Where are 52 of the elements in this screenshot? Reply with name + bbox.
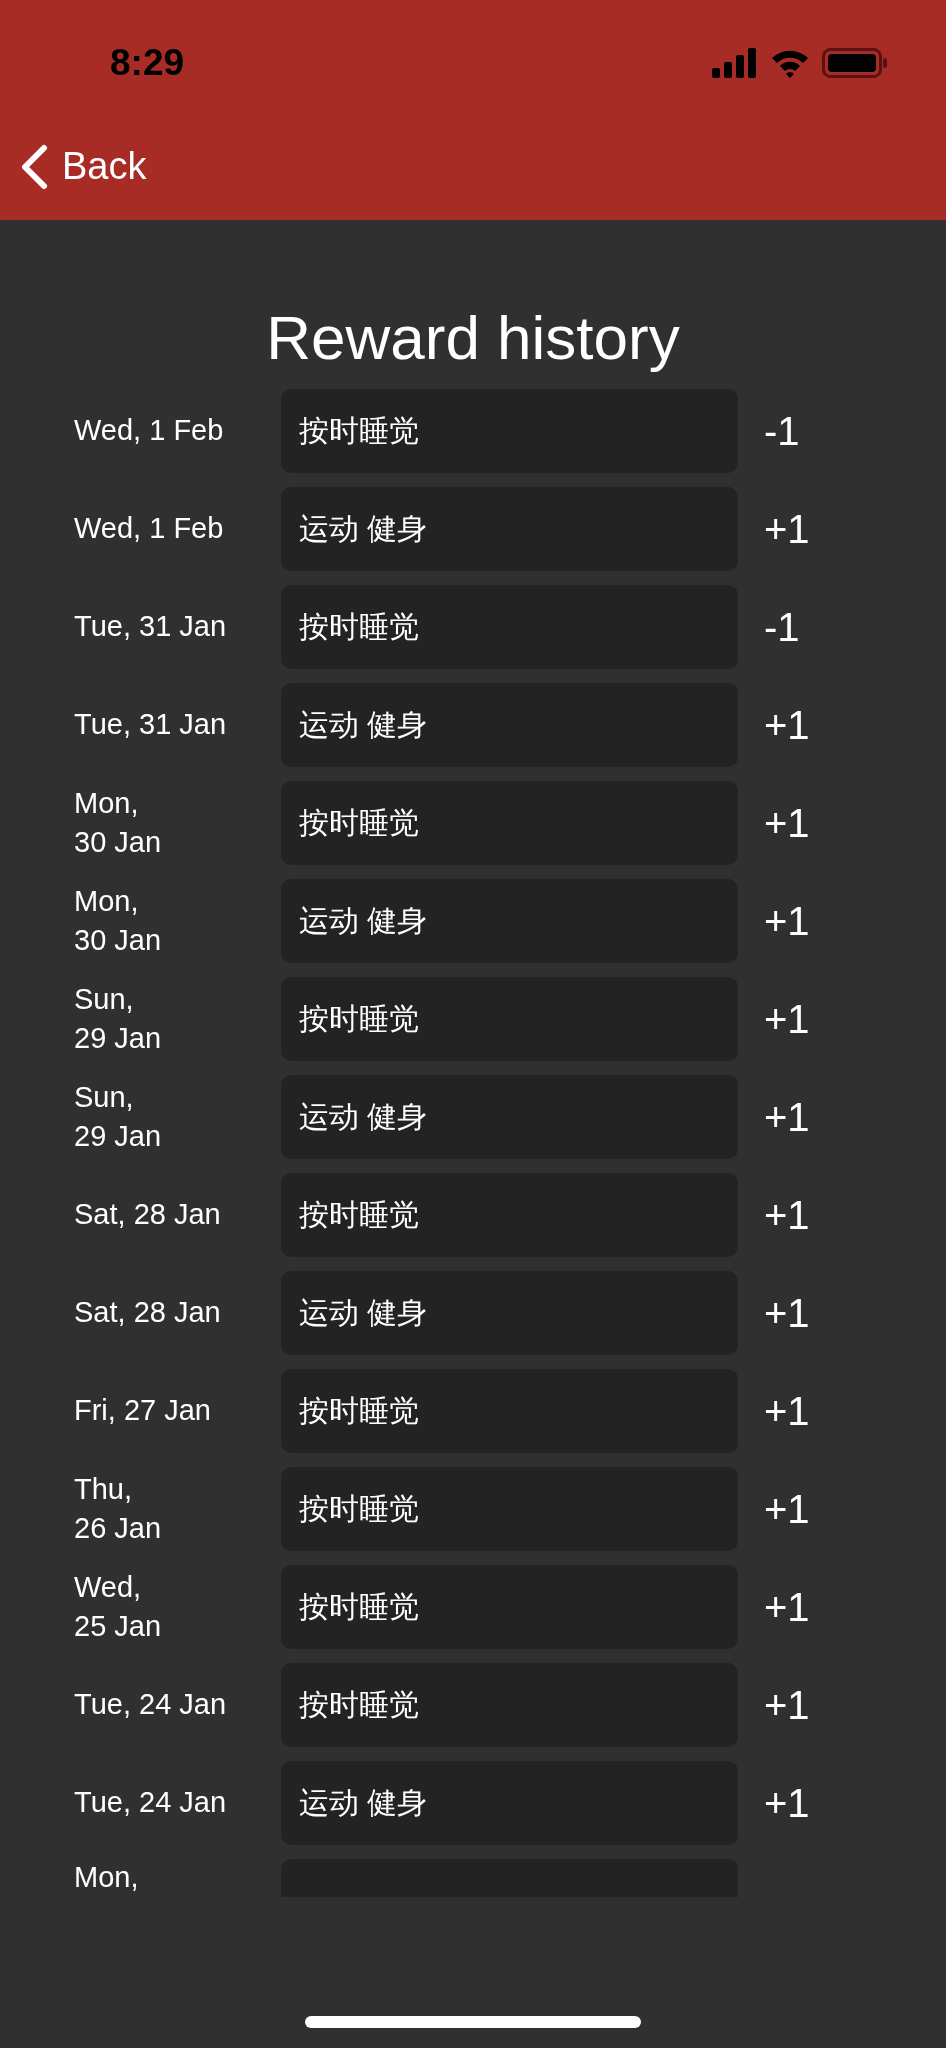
reward-task: 运动 健身 xyxy=(299,1784,428,1821)
reward-points: +1 xyxy=(764,1682,810,1728)
reward-date: Tue, 24 Jan xyxy=(73,1687,228,1723)
reward-date: Sat, 28 Jan xyxy=(73,1295,222,1331)
reward-points: -1 xyxy=(764,604,800,650)
reward-points: -1 xyxy=(764,408,800,454)
reward-date: Mon, 30 Jan xyxy=(73,785,163,860)
reward-points: +1 xyxy=(764,996,810,1042)
reward-points: +1 xyxy=(764,1780,810,1826)
reward-date: Fri, 27 Jan xyxy=(73,1393,212,1429)
reward-task: 运动 健身 xyxy=(299,706,428,743)
reward-date: Wed, 25 Jan xyxy=(73,1569,163,1644)
battery-icon xyxy=(822,47,888,78)
reward-task: 按时睡觉 xyxy=(299,412,419,449)
reward-task: 按时睡觉 xyxy=(299,608,419,645)
reward-task: 运动 健身 xyxy=(299,1098,428,1135)
reward-points: +1 xyxy=(764,800,810,846)
reward-points: +1 xyxy=(764,506,810,552)
chevron-left-icon xyxy=(20,143,48,190)
reward-date: Wed, 1 Feb xyxy=(73,413,225,449)
reward-points: +1 xyxy=(764,898,810,944)
reward-date: Mon, 30 Jan xyxy=(73,883,163,958)
reward-date: Tue, 31 Jan xyxy=(73,707,228,743)
reward-points: +1 xyxy=(764,1192,810,1238)
reward-points: +1 xyxy=(764,1290,810,1336)
reward-date: Tue, 24 Jan xyxy=(73,1785,228,1821)
reward-task: 按时睡觉 xyxy=(299,1490,419,1527)
reward-task: 按时睡觉 xyxy=(299,1588,419,1625)
reward-points: +1 xyxy=(764,1584,810,1630)
page-title: Reward history xyxy=(265,302,681,373)
reward-date: Sun, 29 Jan xyxy=(73,981,163,1056)
reward-points: +1 xyxy=(764,702,810,748)
reward-date: Wed, 1 Feb xyxy=(73,511,225,547)
signal-icon xyxy=(712,47,758,78)
reward-points: +1 xyxy=(764,1094,810,1140)
reward-points: +1 xyxy=(764,1486,810,1532)
reward-task: 运动 健身 xyxy=(299,902,428,939)
reward-task: 按时睡觉 xyxy=(299,1686,419,1723)
reward-task: 按时睡觉 xyxy=(299,1000,419,1037)
reward-date: Tue, 31 Jan xyxy=(73,609,228,645)
reward-task: 运动 健身 xyxy=(299,510,428,547)
reward-date: Sat, 28 Jan xyxy=(73,1197,222,1233)
reward-date: Sun, 29 Jan xyxy=(73,1079,163,1154)
reward-task: 按时睡觉 xyxy=(299,1196,419,1233)
reward-date: Thu, 26 Jan xyxy=(73,1471,163,1546)
back-button[interactable]: Back xyxy=(20,143,147,190)
status-time: 8:29 xyxy=(110,41,185,84)
reward-task: 按时睡觉 xyxy=(299,1392,419,1429)
reward-task: 按时睡觉 xyxy=(299,804,419,841)
reward-task: 运动 健身 xyxy=(299,1294,428,1331)
reward-date: Mon, xyxy=(73,1860,140,1895)
reward-points: +1 xyxy=(764,1388,810,1434)
